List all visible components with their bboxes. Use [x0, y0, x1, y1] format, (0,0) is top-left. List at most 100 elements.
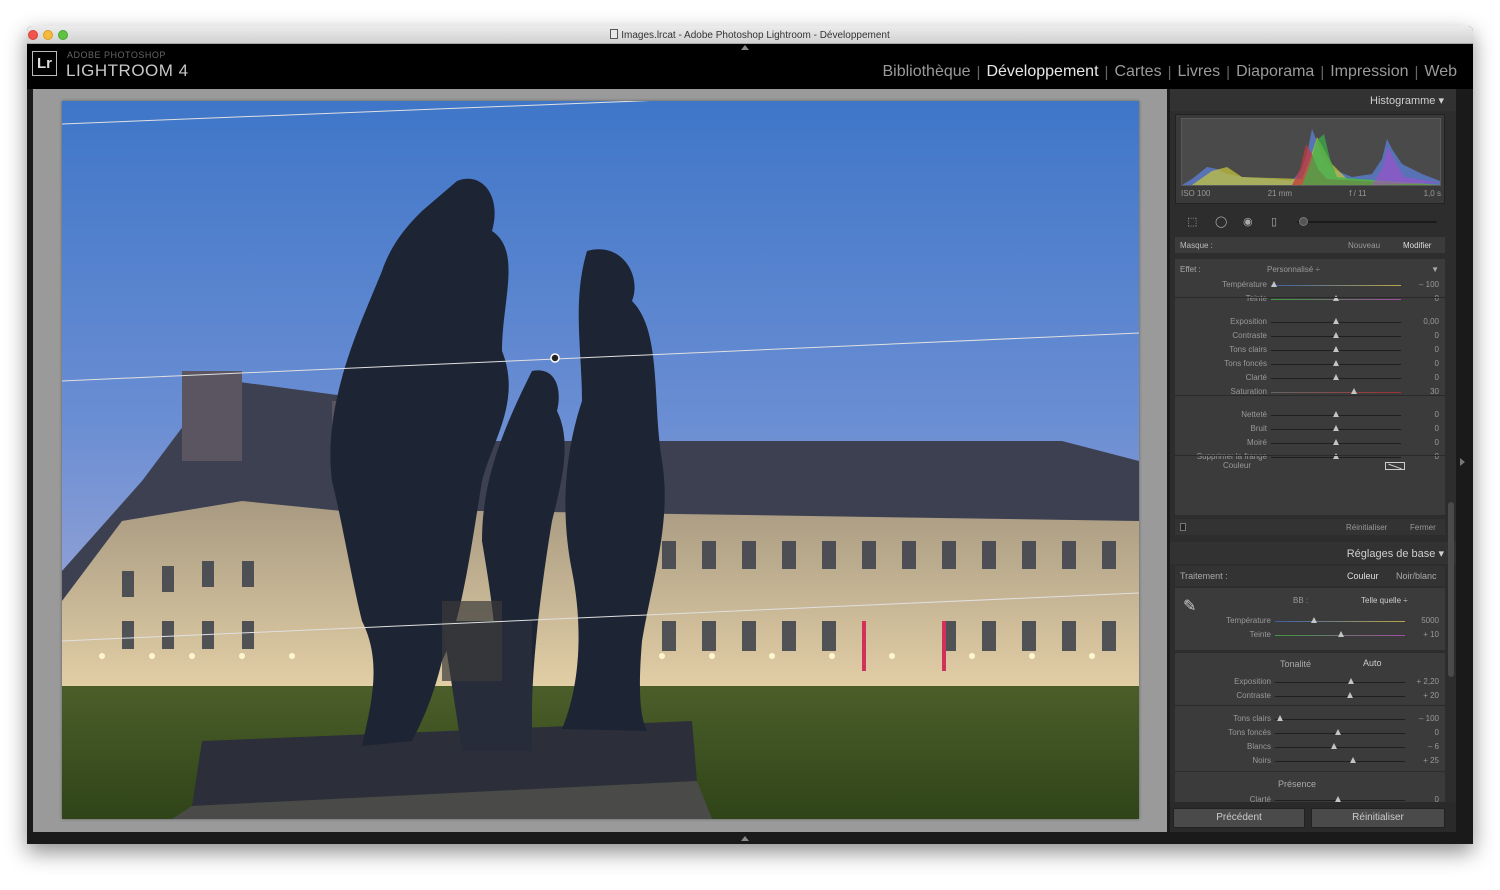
slider-value[interactable]: 0: [1435, 331, 1439, 340]
slider-thumb[interactable]: [1333, 374, 1339, 380]
auto-tone-button[interactable]: Auto: [1363, 658, 1382, 668]
mask-edit-button[interactable]: Modifier: [1403, 241, 1431, 250]
effect-reset-button[interactable]: Réinitialiser: [1346, 523, 1387, 532]
white-balance-section: ✎ BB : Telle quelle ÷ Température 5000 Tei…: [1175, 588, 1445, 650]
slider-label: Clarté: [1245, 373, 1267, 382]
mask-new-button[interactable]: Nouveau: [1348, 241, 1380, 250]
panel-toggle-top-icon[interactable]: [741, 45, 749, 50]
spot-removal-icon[interactable]: ◯: [1215, 215, 1227, 228]
slider-thumb[interactable]: [1338, 631, 1344, 637]
slider-track[interactable]: [1275, 696, 1405, 697]
slider-thumb[interactable]: [1271, 281, 1277, 287]
slider-track[interactable]: [1271, 285, 1401, 286]
slider-thumb[interactable]: [1333, 295, 1339, 301]
red-eye-icon[interactable]: ◉: [1243, 215, 1253, 228]
slider-value[interactable]: 0: [1435, 438, 1439, 447]
treatment-bw-button[interactable]: Noir/blanc: [1396, 571, 1437, 581]
slider-value[interactable]: 0,00: [1423, 317, 1439, 326]
filmstrip-bar: [27, 832, 1473, 844]
iso-value: ISO 100: [1181, 189, 1211, 198]
color-swatch[interactable]: [1385, 462, 1405, 470]
histogram-header[interactable]: Histogramme ▾: [1170, 89, 1456, 111]
module-livres[interactable]: Livres: [1171, 63, 1226, 81]
slider-thumb[interactable]: [1333, 346, 1339, 352]
slider-value[interactable]: 0: [1435, 294, 1439, 303]
graduated-filter-overlay[interactable]: [62, 101, 1139, 819]
brush-slider-knob[interactable]: [1299, 217, 1308, 226]
right-panel-scrollbar[interactable]: [1448, 502, 1454, 677]
slider-thumb[interactable]: [1333, 332, 1339, 338]
module-developpement[interactable]: Développement: [980, 63, 1104, 81]
wb-select[interactable]: Telle quelle ÷: [1361, 596, 1408, 605]
slider-value[interactable]: 5000: [1421, 616, 1439, 625]
graduated-filter-icon[interactable]: ▯: [1271, 215, 1277, 228]
slider-value[interactable]: + 2,20: [1417, 677, 1439, 686]
slider-thumb[interactable]: [1348, 678, 1354, 684]
slider-row: Clarté 0: [1175, 372, 1445, 384]
treatment-row: Traitement : Couleur Noir/blanc: [1175, 566, 1445, 586]
reset-button[interactable]: Réinitialiser: [1311, 808, 1445, 828]
slider-row: Teinte 0: [1175, 293, 1445, 305]
slider-row: Tons clairs 0: [1175, 344, 1445, 356]
slider-track[interactable]: [1275, 719, 1405, 720]
slider-track[interactable]: [1275, 761, 1405, 762]
slider-value[interactable]: + 20: [1423, 691, 1439, 700]
slider-value[interactable]: 0: [1435, 373, 1439, 382]
photo-statues-louvre[interactable]: [62, 101, 1139, 819]
graduated-filter-panel: Effet : Personnalisé ÷ ▼ Température – 10…: [1175, 259, 1445, 515]
panel-toggle-bottom-icon[interactable]: [741, 836, 749, 841]
slider-value[interactable]: 0: [1435, 359, 1439, 368]
effect-preset-select[interactable]: Personnalisé ÷: [1267, 265, 1320, 274]
slider-label: Teinte: [1249, 630, 1271, 639]
crop-tool-icon[interactable]: ⬚: [1187, 215, 1197, 228]
module-web[interactable]: Web: [1418, 63, 1463, 81]
slider-track[interactable]: [1271, 392, 1401, 393]
slider-thumb[interactable]: [1277, 715, 1283, 721]
module-diaporama[interactable]: Diaporama: [1230, 63, 1320, 81]
slider-thumb[interactable]: [1351, 388, 1357, 394]
slider-value[interactable]: 0: [1435, 410, 1439, 419]
slider-value[interactable]: 0: [1435, 424, 1439, 433]
slider-row: Noirs + 25: [1175, 755, 1445, 767]
slider-label: Contraste: [1236, 691, 1271, 700]
slider-thumb[interactable]: [1347, 692, 1353, 698]
panel-toggle-right-icon[interactable]: [1460, 458, 1465, 466]
slider-thumb[interactable]: [1333, 411, 1339, 417]
slider-value[interactable]: 0: [1435, 345, 1439, 354]
slider-thumb[interactable]: [1333, 360, 1339, 366]
previous-button[interactable]: Précédent: [1173, 808, 1305, 828]
image-viewer[interactable]: [33, 89, 1167, 832]
module-cartes[interactable]: Cartes: [1108, 63, 1167, 81]
slider-row: Exposition 0,00: [1175, 316, 1445, 328]
adjustment-brush-slider[interactable]: [1297, 217, 1437, 226]
identity-plate-bar: Lr ADOBE PHOTOSHOP LIGHTROOM 4 Bibliothè…: [27, 44, 1473, 89]
slider-track[interactable]: [1275, 747, 1405, 748]
slider-thumb[interactable]: [1331, 743, 1337, 749]
title-bar: Images.lrcat - Adobe Photoshop Lightroom…: [27, 26, 1473, 44]
module-bibliotheque[interactable]: Bibliothèque: [876, 63, 976, 81]
slider-thumb[interactable]: [1333, 439, 1339, 445]
slider-label: Exposition: [1234, 677, 1271, 686]
slider-value[interactable]: + 25: [1423, 756, 1439, 765]
module-impression[interactable]: Impression: [1324, 63, 1414, 81]
effect-close-button[interactable]: Fermer: [1410, 523, 1436, 532]
treatment-color-button[interactable]: Couleur: [1347, 571, 1379, 581]
slider-thumb[interactable]: [1333, 425, 1339, 431]
slider-row: Température 5000: [1175, 615, 1445, 627]
slider-thumb[interactable]: [1311, 617, 1317, 623]
focal-length: 21 mm: [1267, 189, 1293, 198]
slider-track[interactable]: [1275, 621, 1405, 622]
histogram-graph: [1182, 129, 1440, 185]
slider-thumb[interactable]: [1333, 318, 1339, 324]
slider-thumb[interactable]: [1335, 729, 1341, 735]
slider-value[interactable]: – 100: [1419, 280, 1439, 289]
effect-collapse-icon[interactable]: ▼: [1431, 265, 1439, 274]
basic-header[interactable]: Réglages de base ▾: [1170, 542, 1456, 564]
slider-value[interactable]: – 100: [1419, 714, 1439, 723]
slider-thumb[interactable]: [1350, 757, 1356, 763]
slider-track[interactable]: [1275, 682, 1405, 683]
slider-value[interactable]: 0: [1435, 728, 1439, 737]
slider-value[interactable]: + 10: [1423, 630, 1439, 639]
effect-toggle-switch[interactable]: [1180, 523, 1186, 531]
slider-value[interactable]: – 6: [1428, 742, 1439, 751]
